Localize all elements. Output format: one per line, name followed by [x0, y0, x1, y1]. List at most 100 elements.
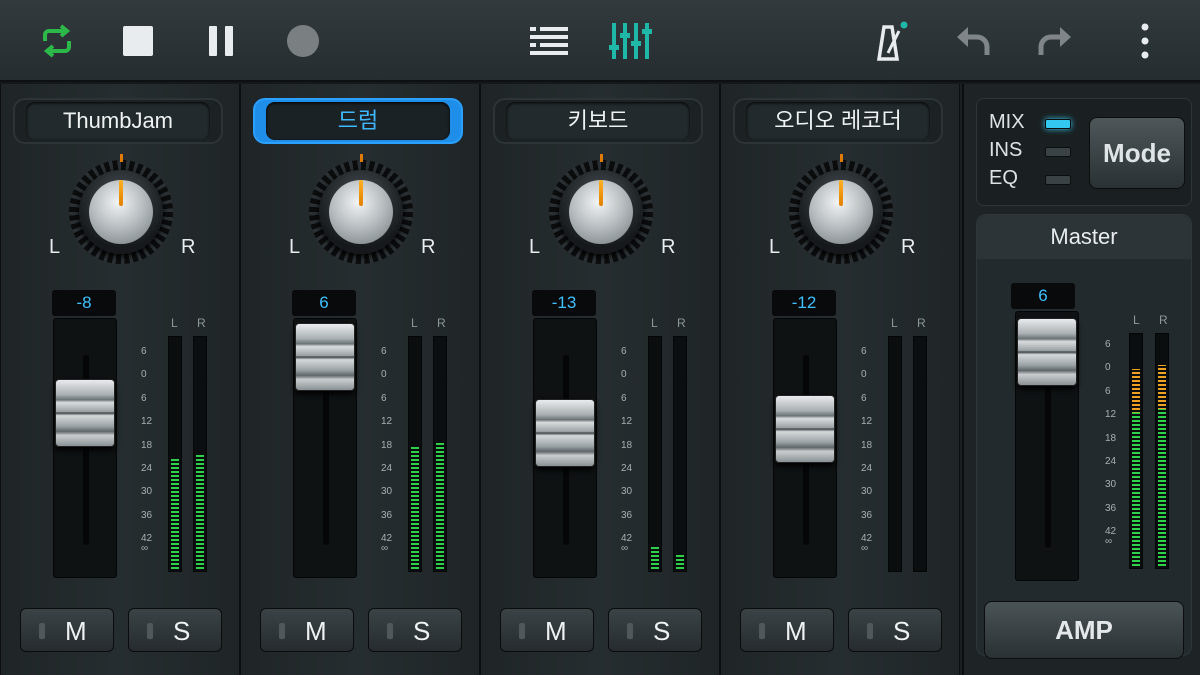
solo-led: [627, 623, 633, 639]
db-scale-label: 12: [381, 416, 393, 428]
solo-button[interactable]: S: [128, 608, 222, 652]
level-meter-right: [913, 336, 927, 572]
volume-fader-track[interactable]: [773, 318, 837, 578]
metronome-icon: [876, 21, 908, 61]
meter-left-label: L: [411, 316, 418, 330]
channel-name-button[interactable]: 키보드: [493, 98, 703, 144]
db-scale-label: 30: [381, 486, 393, 498]
volume-fader-track[interactable]: [533, 318, 597, 578]
pause-button[interactable]: [196, 16, 246, 66]
db-scale: 6 0 6 12 18 24 30 36 42 ∞: [141, 346, 163, 556]
record-button[interactable]: [278, 16, 328, 66]
master-title: Master: [977, 215, 1191, 259]
solo-label: S: [413, 616, 431, 646]
mode-button[interactable]: Mode: [1089, 117, 1185, 189]
db-scale-label: 0: [381, 369, 387, 381]
amp-button[interactable]: AMP: [984, 601, 1184, 659]
master-fader-handle[interactable]: [1017, 318, 1077, 386]
meter-left-label: L: [171, 316, 178, 330]
volume-fader-handle[interactable]: [55, 379, 115, 447]
db-scale-label: 0: [621, 369, 627, 381]
db-scale-label: 6: [1105, 339, 1111, 350]
db-scale-label: 24: [621, 463, 633, 474]
mode-led-mix[interactable]: [1045, 119, 1071, 129]
fader-value: -8: [52, 290, 116, 316]
mode-label-mix: MIX: [989, 111, 1025, 133]
mute-button[interactable]: M: [260, 608, 354, 652]
db-scale-label: 24: [861, 463, 873, 474]
mixer-button[interactable]: [606, 16, 656, 66]
redo-button[interactable]: [1030, 16, 1080, 66]
pan-left-label: L: [529, 236, 541, 258]
mode-label-ins: INS: [989, 139, 1023, 161]
loop-icon: [43, 24, 71, 58]
stop-button[interactable]: [113, 16, 163, 66]
db-scale-label: 30: [1105, 479, 1117, 491]
master-meter-right-label: R: [1159, 313, 1168, 327]
meter-right-label: R: [197, 316, 206, 330]
pan-knob[interactable]: [61, 154, 181, 264]
master-db-scale: 6 0 6 12 18 24 30 36 42 ∞: [1105, 339, 1127, 549]
pan-knob[interactable]: [781, 154, 901, 264]
pan-left-label: L: [49, 236, 61, 258]
solo-led: [867, 623, 873, 639]
channel-name-button[interactable]: 드럼: [253, 98, 463, 144]
meter-left-label: L: [891, 316, 898, 330]
mode-led-ins[interactable]: [1045, 147, 1071, 157]
solo-led: [387, 623, 393, 639]
master-meter-left-label: L: [1133, 313, 1140, 327]
mute-label: M: [65, 616, 87, 646]
volume-fader-track[interactable]: [293, 318, 357, 578]
mute-led: [279, 623, 285, 639]
volume-fader-track[interactable]: [53, 318, 117, 578]
pan-left-label: L: [769, 236, 781, 258]
master-fader-value: 6: [1011, 283, 1075, 309]
mode-label-eq: EQ: [989, 167, 1018, 189]
pan-left-label: L: [289, 236, 301, 258]
mode-led-eq[interactable]: [1045, 175, 1071, 185]
channel-name-label: 오디오 레코더: [746, 102, 930, 140]
db-scale-label: ∞: [141, 543, 149, 555]
track-list-button[interactable]: [524, 16, 574, 66]
db-scale-label: 6: [141, 346, 147, 357]
record-icon: [287, 25, 319, 57]
mute-label: M: [545, 616, 567, 646]
more-menu-button[interactable]: [1120, 16, 1170, 66]
pan-knob[interactable]: [301, 154, 421, 264]
solo-button[interactable]: S: [848, 608, 942, 652]
channel-name-button[interactable]: ThumbJam: [13, 98, 223, 144]
right-panel: MIX INS EQ Mode Master 6 6 0 6 12 18 24 30 36 42…: [962, 84, 1200, 675]
loop-button[interactable]: [32, 16, 82, 66]
fader-value: -13: [532, 290, 596, 316]
mute-label: M: [785, 616, 807, 646]
db-scale-label: 6: [861, 392, 867, 404]
mute-button[interactable]: M: [740, 608, 834, 652]
channel-strip: 키보드 L R -13 6 0 6 12 18 24 30 36 42 ∞ L R: [480, 84, 720, 675]
db-scale-label: 36: [141, 509, 153, 521]
more-menu-icon: [1141, 23, 1149, 59]
volume-fader-handle[interactable]: [535, 399, 595, 467]
db-scale-label: 12: [861, 416, 873, 428]
master-fader-track[interactable]: [1015, 311, 1079, 581]
solo-button[interactable]: S: [368, 608, 462, 652]
db-scale-label: 36: [1105, 502, 1117, 514]
db-scale: 6 0 6 12 18 24 30 36 42 ∞: [861, 346, 883, 556]
metronome-button[interactable]: [862, 16, 912, 66]
channel-strips: ThumbJam L R -8 6 0 6 12 18 24 30 36 42 ∞ L R: [0, 84, 962, 675]
volume-fader-handle[interactable]: [775, 395, 835, 463]
db-scale-label: 18: [1105, 432, 1117, 444]
solo-label: S: [653, 616, 671, 646]
db-scale-label: ∞: [861, 543, 869, 555]
volume-fader-handle[interactable]: [295, 323, 355, 391]
pan-right-label: R: [661, 236, 676, 258]
pan-knob[interactable]: [541, 154, 661, 264]
master-section: Master 6 6 0 6 12 18 24 30 36 42 ∞ L R AMP: [976, 214, 1192, 659]
db-scale-label: 12: [1105, 409, 1117, 421]
undo-button[interactable]: [948, 16, 998, 66]
channel-name-button[interactable]: 오디오 레코더: [733, 98, 943, 144]
solo-button[interactable]: S: [608, 608, 702, 652]
mute-label: M: [305, 616, 327, 646]
mute-button[interactable]: M: [500, 608, 594, 652]
fader-value: 6: [292, 290, 356, 316]
mute-button[interactable]: M: [20, 608, 114, 652]
